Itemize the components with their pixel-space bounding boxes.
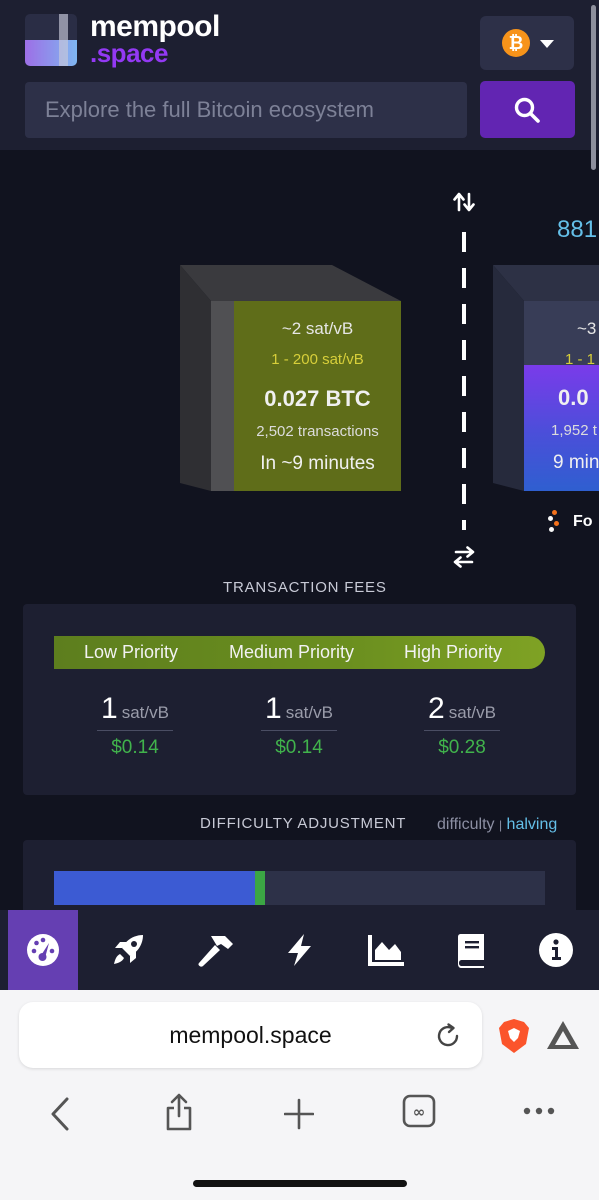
fees-card: Low Priority Medium Priority High Priori…: [23, 604, 576, 795]
difficulty-progress-fill: [54, 871, 255, 905]
halving-link[interactable]: halving: [507, 816, 558, 833]
mempool-blockchain-divider: [462, 232, 466, 530]
dashboard-icon: [27, 934, 59, 966]
browser-chrome: mempool.space ∞: [0, 990, 599, 1200]
toggle-separator: |: [498, 818, 503, 832]
nav-lightning[interactable]: [265, 910, 335, 990]
address-bar[interactable]: mempool.space: [19, 1002, 482, 1068]
search-input[interactable]: [25, 82, 467, 138]
nav-graphs[interactable]: [350, 910, 420, 990]
scrollbar[interactable]: [591, 5, 596, 170]
fee-rate: 1: [101, 692, 118, 725]
block-fee-range: 1 - 200 sat/vB: [271, 351, 364, 368]
nav-docs[interactable]: [436, 910, 506, 990]
fee-high: 2 sat/vB $0.28: [424, 692, 500, 759]
logo-text-space[interactable]: .space: [90, 38, 168, 69]
mining-pool-icon: [548, 510, 562, 534]
docs-icon: [458, 934, 484, 968]
difficulty-progress-marker: [255, 871, 265, 905]
lightning-icon: [288, 934, 311, 966]
chevron-down-icon: [540, 40, 554, 48]
search-button[interactable]: [480, 81, 575, 138]
block-total-fees: 0.027 BTC: [264, 386, 371, 411]
mined-block-fee-range: 1 - 1: [565, 351, 596, 365]
low-priority-label: Low Priority: [84, 642, 179, 662]
share-icon[interactable]: [163, 1092, 195, 1132]
block-median-fee: ~2 sat/vB: [281, 319, 354, 338]
arrows-left-right-icon[interactable]: [452, 545, 476, 574]
difficulty-link[interactable]: difficulty: [437, 816, 495, 833]
fee-rate: 1: [265, 692, 282, 725]
high-priority-label: High Priority: [404, 642, 503, 662]
fee-unit: sat/vB: [121, 703, 169, 722]
reload-icon[interactable]: [434, 1022, 462, 1050]
search-icon: [514, 97, 540, 123]
brave-rewards-icon[interactable]: [546, 1020, 580, 1050]
new-tab-icon[interactable]: [284, 1096, 314, 1132]
fee-priority-bar: Low Priority Medium Priority High Priori…: [54, 636, 545, 669]
mining-pool-name[interactable]: Fo: [573, 513, 593, 531]
more-icon[interactable]: [523, 1106, 555, 1116]
brave-shields-icon[interactable]: [498, 1018, 530, 1054]
nav-accelerator[interactable]: [93, 910, 163, 990]
block-tx-count: 2,502 transactions: [256, 423, 379, 440]
mined-block-face: 0.0 1,952 t 9 min: [524, 365, 599, 491]
difficulty-progress-bar: [54, 871, 545, 905]
header: mempool .space ₿: [0, 0, 599, 170]
nav-dashboard[interactable]: [8, 910, 78, 990]
difficulty-section-title: DIFFICULTY ADJUSTMENT: [200, 815, 407, 832]
url-text: mempool.space: [169, 1022, 332, 1048]
difficulty-card: [23, 840, 576, 920]
fees-section-title: TRANSACTION FEES: [223, 579, 387, 596]
fee-medium: 1 sat/vB $0.14: [261, 692, 337, 759]
bottom-nav: [0, 910, 599, 990]
mined-block-median-fee: ~3: [577, 319, 597, 338]
rocket-icon: [114, 935, 143, 964]
arrows-up-down-icon[interactable]: [452, 190, 476, 219]
home-indicator[interactable]: [193, 1180, 407, 1187]
bitcoin-icon: ₿: [502, 29, 530, 57]
nav-about[interactable]: [521, 910, 591, 990]
fee-unit: sat/vB: [285, 703, 333, 722]
nav-mining[interactable]: [178, 910, 248, 990]
hammer-icon: [198, 936, 233, 967]
block-eta: In ~9 minutes: [260, 453, 375, 474]
fee-low: 1 sat/vB $0.14: [97, 692, 173, 759]
fee-unit: sat/vB: [448, 703, 496, 722]
graphs-icon: [368, 935, 404, 966]
mined-block-time: 9 min: [553, 452, 599, 473]
mempool-block-face: ~2 sat/vB 1 - 200 sat/vB 0.027 BTC 2,502…: [234, 301, 401, 491]
mined-block-tx-count: 1,952 t: [551, 422, 597, 439]
fee-usd: $0.14: [275, 737, 323, 758]
medium-priority-label: Medium Priority: [229, 642, 355, 662]
info-icon: [539, 933, 573, 967]
fee-rate: 2: [428, 692, 445, 725]
fee-usd: $0.28: [438, 737, 486, 758]
svg-text:∞: ∞: [413, 1103, 426, 1121]
tabs-icon[interactable]: ∞: [402, 1094, 436, 1128]
network-selector[interactable]: ₿: [480, 16, 574, 70]
block-height[interactable]: 881: [557, 216, 597, 244]
mempool-logo-icon[interactable]: [25, 14, 77, 66]
back-icon[interactable]: [48, 1096, 72, 1132]
difficulty-halving-toggle: difficulty | halving: [437, 816, 557, 834]
fee-usd: $0.14: [111, 737, 159, 758]
mined-block-total-fees: 0.0: [558, 385, 589, 410]
